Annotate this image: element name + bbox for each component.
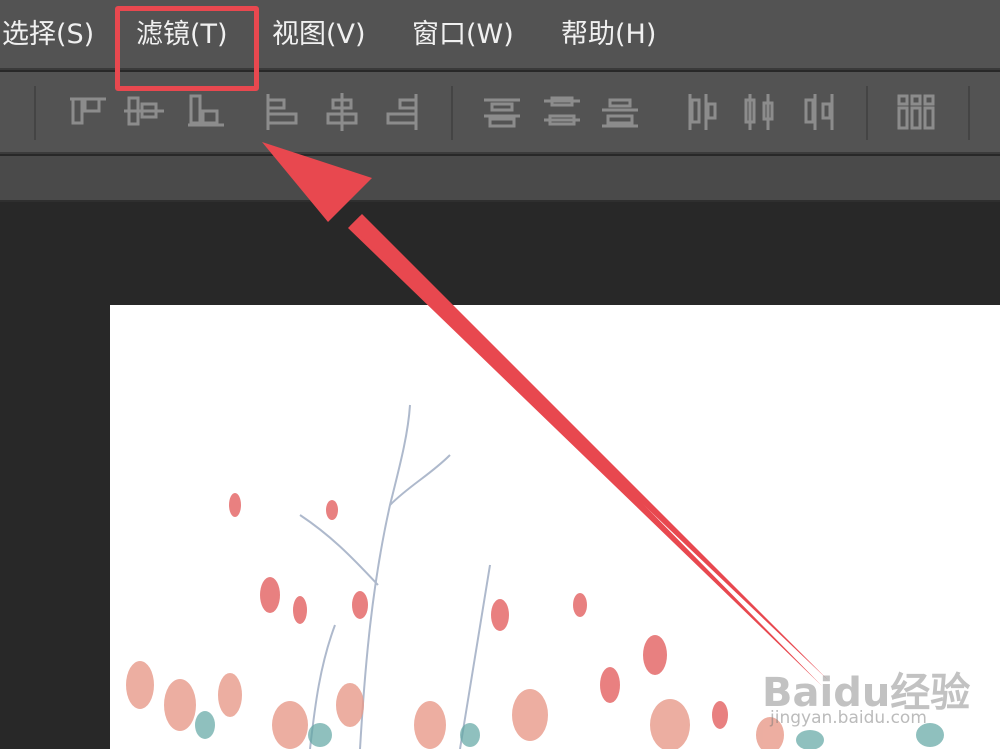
distribute-right-icon[interactable] [798, 90, 842, 134]
watermark-url: jingyan.baidu.com [770, 708, 927, 728]
distribute-horizontal-centers-icon[interactable] [738, 90, 782, 134]
separator [866, 86, 868, 140]
align-horizontal-centers-icon[interactable] [320, 90, 364, 134]
menu-select[interactable]: 选择(S) [2, 0, 94, 70]
align-bottom-edges-icon[interactable] [184, 90, 228, 134]
auto-align-icon[interactable] [894, 90, 938, 134]
align-vertical-centers-icon[interactable] [122, 90, 166, 134]
separator [34, 86, 36, 140]
highlight-box [115, 6, 259, 91]
align-left-edges-icon[interactable] [260, 90, 304, 134]
align-top-edges-icon[interactable] [66, 90, 110, 134]
distribute-top-icon[interactable] [480, 90, 524, 134]
distribute-bottom-icon[interactable] [598, 90, 642, 134]
watermark: Baidu经验 jingyan.baidu.com [762, 640, 1000, 740]
distribute-left-icon[interactable] [680, 90, 724, 134]
separator [451, 86, 453, 140]
align-right-edges-icon[interactable] [380, 90, 424, 134]
separator [968, 86, 970, 140]
menu-window[interactable]: 窗口(W) [412, 0, 514, 70]
menu-view[interactable]: 视图(V) [272, 0, 366, 70]
menu-help[interactable]: 帮助(H) [561, 0, 656, 70]
document-tab-strip [0, 156, 1000, 202]
distribute-vertical-centers-icon[interactable] [540, 90, 584, 134]
